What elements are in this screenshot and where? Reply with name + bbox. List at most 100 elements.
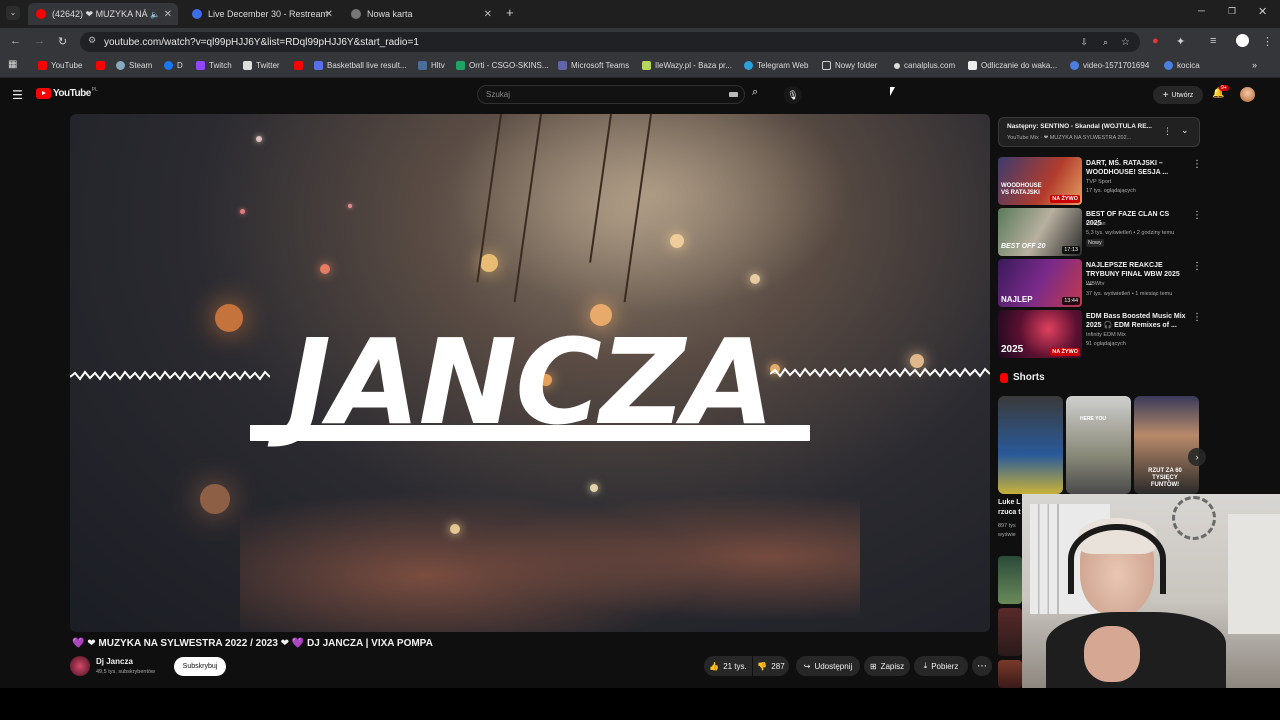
share-button[interactable]: ↪ Udostępnij — [796, 656, 860, 676]
like-button[interactable]: 👍 21 tys. — [704, 656, 752, 676]
like-count: 21 tys. — [723, 661, 747, 671]
recommendation-item[interactable]: NAJLEP 13:44 NAJLEPSZE REAKCJE TRYBUNY F… — [998, 259, 1208, 307]
zoom-icon[interactable]: ⌕ — [1103, 37, 1108, 48]
bookmark-star-icon[interactable]: ☆ — [1121, 37, 1130, 48]
folder-icon — [822, 61, 831, 70]
back-icon[interactable]: ← — [10, 35, 21, 47]
bookmark-teams[interactable]: Microsoft Teams — [558, 61, 629, 70]
site-info-icon[interactable]: ⚙ — [88, 35, 96, 46]
recommendation-more-icon[interactable]: ⋮ — [1192, 210, 1202, 221]
create-button[interactable]: + Utwórz — [1153, 86, 1203, 104]
bookmark-telegram[interactable]: Telegram Web — [744, 61, 808, 70]
bookmark-twitter[interactable]: Twitter — [243, 61, 280, 70]
dislike-button[interactable]: 👎 287 — [753, 656, 789, 676]
tab-restream[interactable]: Live December 30 - Restream ✕ — [184, 3, 339, 25]
minimize-icon[interactable]: ─ — [1198, 6, 1205, 17]
tab-new[interactable]: Nowa karta ✕ — [343, 3, 498, 25]
tab-restream-label: Live December 30 - Restream — [208, 9, 329, 19]
short-thumbnail[interactable]: HERE YOU — [1066, 396, 1131, 494]
bookmark-kocica[interactable]: kocica — [1164, 61, 1200, 70]
duration-badge: 17:13 — [1062, 246, 1080, 254]
thumbnail-caption: 2025 — [1001, 344, 1024, 355]
video-player[interactable]: JANCZA — [70, 114, 990, 632]
new-tab-icon[interactable]: + — [506, 5, 514, 20]
jancza-logo-underline — [250, 425, 810, 441]
bookmark-basketball[interactable]: Basketball live result... — [314, 61, 407, 70]
sparkle-light — [750, 274, 760, 284]
apps-icon[interactable]: ▦ — [8, 59, 17, 70]
recommendation-more-icon[interactable]: ⋮ — [1192, 312, 1202, 323]
youtube-logo[interactable]: YouTube PL — [36, 87, 98, 99]
download-button[interactable]: ⤓ Pobierz — [914, 656, 968, 676]
recommendation-more-icon[interactable]: ⋮ — [1192, 159, 1202, 170]
keyboard-icon[interactable] — [729, 92, 738, 97]
bookmark-csgo-skins[interactable]: Orrti - CSGO-SKINS... — [456, 61, 549, 70]
channel-avatar[interactable] — [70, 656, 90, 676]
bookmark-twitch[interactable]: Twitch — [196, 61, 232, 70]
browser-menu-icon[interactable]: ⋮ — [1262, 35, 1273, 48]
forward-icon[interactable]: → — [34, 35, 45, 47]
hamburger-menu-icon[interactable]: ☰ — [12, 88, 23, 102]
bookmark-ilewazy[interactable]: IleWazy.pl - Baza pr... — [642, 61, 732, 70]
extension-red-icon[interactable]: ● — [1152, 35, 1159, 47]
address-bar[interactable]: ⚙ youtube.com/watch?v=ql99pHJJ6Y&list=RD… — [80, 32, 1140, 52]
recommendation-more-icon[interactable]: ⋮ — [1192, 261, 1202, 272]
bookmark-youtube[interactable]: YouTube — [38, 61, 82, 70]
subscribe-button[interactable]: Subskrybuj — [174, 657, 226, 676]
tab-youtube-label: (42642) ❤ MUZYKA NÁ — [52, 8, 148, 19]
install-icon[interactable]: ⇩ — [1080, 37, 1088, 48]
close-tab-icon[interactable]: ✕ — [484, 9, 492, 20]
tab-youtube[interactable]: (42642) ❤ MUZYKA NÁ 🔈 ✕ — [28, 3, 178, 25]
next-up-more-icon[interactable]: ⋮ — [1163, 126, 1172, 137]
chevron-down-icon[interactable]: ⌄ — [1181, 125, 1189, 136]
more-actions-button[interactable]: ⋯ — [972, 656, 992, 676]
recommendation-item[interactable]: 2025 NA ŻYWO EDM Bass Boosted Music Mix … — [998, 310, 1208, 358]
bookmark-youtube-2[interactable] — [96, 61, 109, 70]
short-thumbnail[interactable]: RZUT ZA 60 TYSIĘCY FUNTÓW! — [1134, 396, 1199, 494]
next-up-card[interactable]: Następny: SENTINO - Skandal (WOJTULA RE.… — [998, 117, 1200, 147]
sparkle-light — [200, 484, 230, 514]
bookmark-hltv[interactable]: Hltv — [418, 61, 445, 70]
voice-search-button[interactable]: 🎙 — [784, 86, 802, 104]
create-label: Utwórz — [1171, 91, 1194, 99]
bookmark-steam[interactable]: Steam — [116, 61, 152, 70]
bookmark-facebook[interactable]: D — [164, 61, 183, 70]
ilewazy-icon — [642, 61, 651, 70]
channel-name[interactable]: Dj Jancza — [96, 657, 133, 666]
new-badge: Nowy — [1086, 239, 1104, 247]
recommendation-item[interactable]: BEST OFF 20 17:13 BEST OF FAZE CLAN CS 2… — [998, 208, 1208, 256]
speaker-icon[interactable]: 🔈 — [150, 10, 160, 19]
short-thumbnail[interactable] — [998, 556, 1022, 604]
bookmarks-overflow-icon[interactable]: » — [1252, 60, 1257, 70]
tab-list-icon[interactable]: ⌄ — [6, 6, 20, 20]
save-button[interactable]: ⊞ Zapisz — [864, 656, 910, 676]
close-tab-icon[interactable]: ✕ — [325, 9, 333, 20]
bookmark-canalplus[interactable]: canalplus.com — [894, 61, 955, 70]
recommendation-thumbnail: 2025 NA ŻYWO — [998, 310, 1082, 358]
search-input[interactable]: Szukaj — [477, 85, 745, 104]
media-control-icon[interactable]: ≡ — [1210, 35, 1216, 47]
short-thumbnail[interactable] — [998, 396, 1063, 494]
reload-icon[interactable]: ↻ — [58, 35, 67, 48]
bookmarks-bar: ▦ YouTube Steam D Twitch Twitter Basketb… — [0, 56, 1280, 78]
bookmark-youtube-3[interactable] — [294, 61, 307, 70]
short-thumbnail[interactable] — [998, 608, 1022, 656]
profile-icon[interactable] — [1236, 34, 1249, 47]
page-icon — [968, 61, 977, 70]
short-title[interactable]: Luke L rzuca t — [998, 498, 1022, 520]
bookmark-odliczanie[interactable]: Odliczanie do waka... — [968, 61, 1057, 70]
kocica-icon — [1164, 61, 1173, 70]
search-button[interactable]: ⌕ — [752, 86, 758, 99]
recommendation-item[interactable]: WOODHOUSE VS RATAJSKI NA ŻYWO DART, MŚ. … — [998, 157, 1208, 205]
avatar[interactable] — [1240, 87, 1255, 102]
close-window-icon[interactable]: ✕ — [1258, 5, 1267, 18]
shorts-heading-label: Shorts — [1013, 372, 1045, 383]
short-thumbnail[interactable] — [998, 660, 1022, 688]
restore-icon[interactable]: ❐ — [1228, 6, 1236, 17]
thumbs-up-icon: 👍 — [709, 661, 720, 671]
shorts-next-icon[interactable]: › — [1188, 448, 1206, 466]
close-tab-icon[interactable]: ✕ — [164, 9, 172, 20]
extensions-puzzle-icon[interactable]: ✦ — [1176, 35, 1185, 48]
bookmark-video[interactable]: video-1571701694 — [1070, 61, 1149, 70]
bookmark-folder[interactable]: Nowy folder — [822, 61, 877, 70]
